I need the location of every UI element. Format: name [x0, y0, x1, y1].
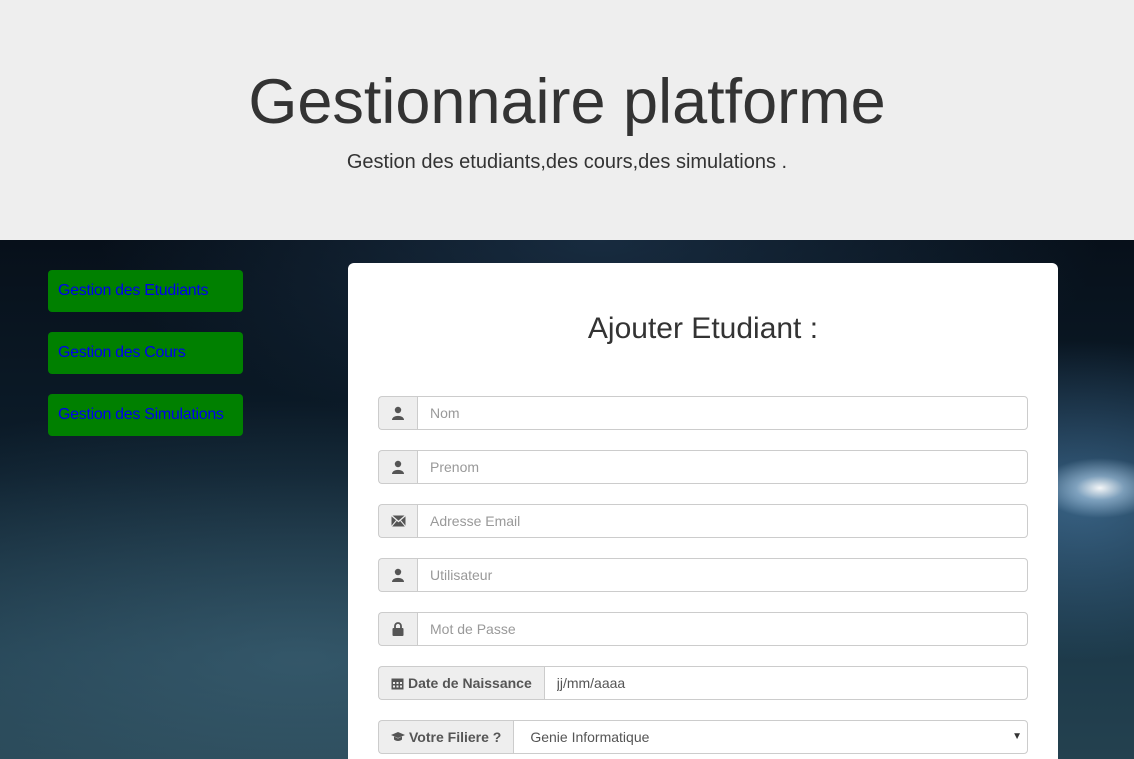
- graduation-cap-icon: [391, 731, 405, 743]
- sidebar-item-cours[interactable]: Gestion des Cours: [48, 332, 243, 374]
- utilisateur-input[interactable]: [417, 558, 1028, 592]
- page-subtitle: Gestion des etudiants,des cours,des simu…: [346, 151, 788, 173]
- sidebar-item-etudiants[interactable]: Gestion des Etudiants: [48, 270, 243, 312]
- main-area: Gestion des Etudiants Gestion des Cours …: [0, 240, 1134, 759]
- nom-input[interactable]: [417, 396, 1028, 430]
- email-group: [378, 504, 1028, 538]
- nom-group: [378, 396, 1028, 430]
- prenom-group: [378, 450, 1028, 484]
- birthdate-addon: Date de Naissance: [378, 666, 544, 700]
- user-icon: [378, 450, 417, 484]
- filiere-label: Votre Filiere ?: [409, 729, 502, 745]
- birthdate-label: Date de Naissance: [408, 675, 532, 691]
- utilisateur-group: [378, 558, 1028, 592]
- password-input[interactable]: [417, 612, 1028, 646]
- add-student-form: Ajouter Etudiant : Nom Prenom Adresse Em…: [348, 263, 1058, 759]
- header-jumbotron: Gestionnaire platforme Gestion des etudi…: [0, 0, 1134, 240]
- birthdate-input[interactable]: [543, 666, 1028, 700]
- user-icon: [378, 396, 417, 430]
- filiere-addon: Votre Filiere ?: [378, 720, 514, 754]
- calendar-icon: [391, 677, 404, 690]
- filiere-selected-value: Genie Informatique: [513, 720, 1028, 754]
- chevron-down-icon: ▼: [1012, 731, 1022, 742]
- filiere-group: Votre Filiere ? Genie Informatique ▼: [378, 720, 1028, 754]
- sidebar-item-simulations[interactable]: Gestion des Simulations: [48, 394, 243, 436]
- email-input[interactable]: [417, 504, 1028, 538]
- lock-icon: [378, 612, 417, 646]
- page-title: Gestionnaire platforme: [248, 67, 886, 137]
- filiere-select[interactable]: Genie Informatique ▼: [513, 720, 1028, 754]
- form-title: Ajouter Etudiant :: [587, 312, 819, 345]
- prenom-input[interactable]: [417, 450, 1028, 484]
- envelope-icon: [378, 504, 417, 538]
- user-icon: [378, 558, 417, 592]
- password-group: [378, 612, 1028, 646]
- birthdate-group: Date de Naissance: [378, 666, 1028, 700]
